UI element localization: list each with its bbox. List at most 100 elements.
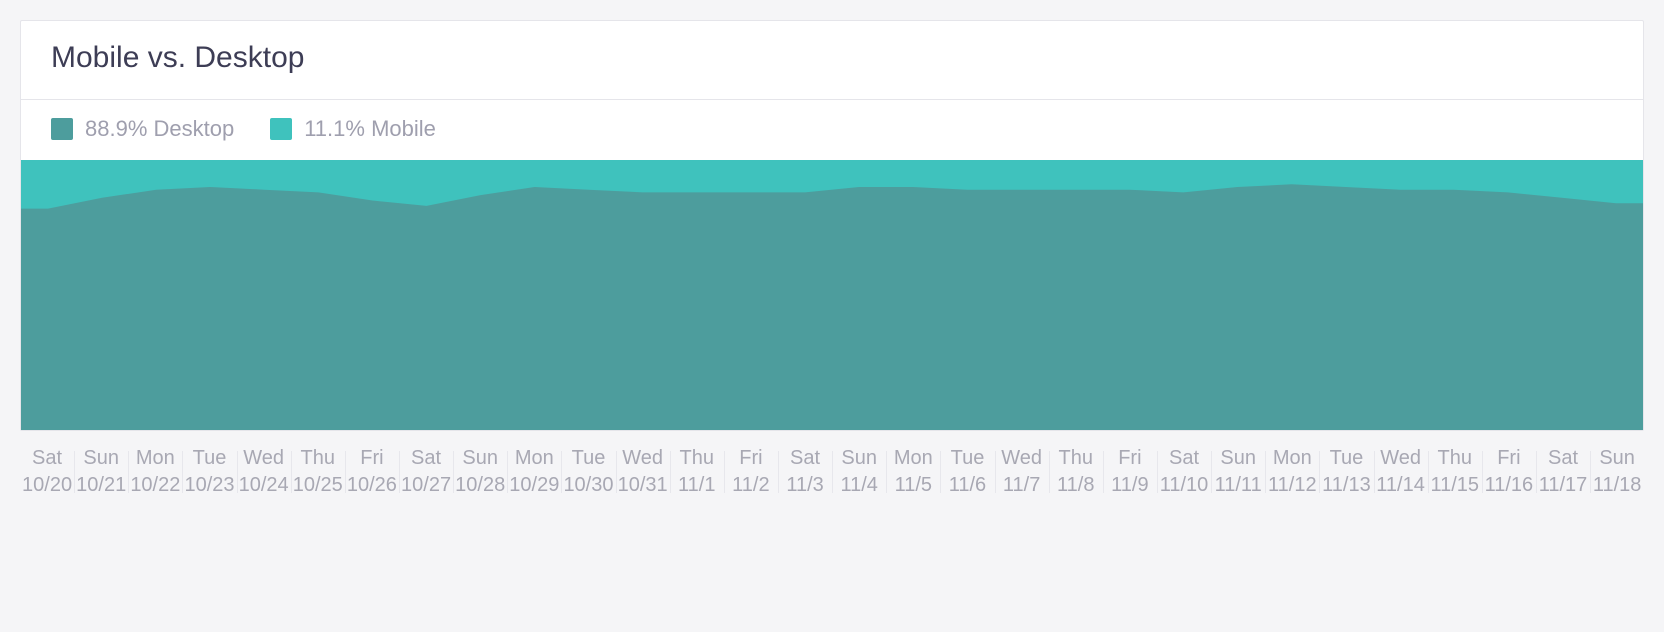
tick-day-label: Sat — [399, 445, 453, 472]
tick-date-label: 10/25 — [291, 472, 345, 499]
tick-date-label: 10/31 — [616, 472, 670, 499]
tick-date-label: 11/11 — [1211, 472, 1265, 499]
tick-day-label: Tue — [940, 445, 994, 472]
mobile-vs-desktop-card: Mobile vs. Desktop 88.9% Desktop 11.1% M… — [20, 20, 1644, 431]
tick-date-label: 10/29 — [507, 472, 561, 499]
tick-date-label: 11/16 — [1482, 472, 1536, 499]
tick-day-label: Mon — [507, 445, 561, 472]
x-axis-tick: Sat11/3 — [778, 445, 832, 499]
tick-day-label: Wed — [995, 445, 1049, 472]
tick-day-label: Sat — [1536, 445, 1590, 472]
x-axis-tick: Tue11/13 — [1319, 445, 1373, 499]
x-axis-tick: Sun10/21 — [74, 445, 128, 499]
tick-day-label: Thu — [291, 445, 345, 472]
x-axis-tick: Sun11/11 — [1211, 445, 1265, 499]
tick-date-label: 11/8 — [1049, 472, 1103, 499]
tick-date-label: 10/27 — [399, 472, 453, 499]
tick-date-label: 10/30 — [561, 472, 615, 499]
tick-date-label: 11/5 — [886, 472, 940, 499]
chart-legend: 88.9% Desktop 11.1% Mobile — [21, 100, 1643, 160]
tick-day-label: Thu — [1428, 445, 1482, 472]
tick-date-label: 11/12 — [1265, 472, 1319, 499]
tick-date-label: 11/3 — [778, 472, 832, 499]
tick-day-label: Tue — [561, 445, 615, 472]
tick-day-label: Fri — [1103, 445, 1157, 472]
tick-date-label: 11/17 — [1536, 472, 1590, 499]
tick-date-label: 11/15 — [1428, 472, 1482, 499]
tick-day-label: Sun — [832, 445, 886, 472]
x-axis: Sat10/20Sun10/21Mon10/22Tue10/23Wed10/24… — [20, 431, 1644, 509]
tick-date-label: 11/18 — [1590, 472, 1644, 499]
tick-day-label: Sat — [1157, 445, 1211, 472]
x-axis-tick: Thu10/25 — [291, 445, 345, 499]
legend-label-desktop: 88.9% Desktop — [85, 116, 234, 142]
x-axis-tick: Mon11/5 — [886, 445, 940, 499]
x-axis-tick: Mon10/29 — [507, 445, 561, 499]
tick-day-label: Wed — [1374, 445, 1428, 472]
tick-date-label: 10/22 — [128, 472, 182, 499]
tick-date-label: 10/24 — [237, 472, 291, 499]
x-axis-tick: Sat11/10 — [1157, 445, 1211, 499]
tick-day-label: Sat — [20, 445, 74, 472]
tick-date-label: 10/28 — [453, 472, 507, 499]
tick-day-label: Wed — [616, 445, 670, 472]
tick-date-label: 11/4 — [832, 472, 886, 499]
x-axis-tick: Fri10/26 — [345, 445, 399, 499]
x-axis-tick: Sun11/4 — [832, 445, 886, 499]
x-axis-tick: Sat10/27 — [399, 445, 453, 499]
tick-day-label: Thu — [1049, 445, 1103, 472]
tick-day-label: Mon — [128, 445, 182, 472]
x-axis-tick: Sat11/17 — [1536, 445, 1590, 499]
tick-date-label: 10/20 — [20, 472, 74, 499]
tick-date-label: 10/23 — [182, 472, 236, 499]
swatch-mobile-icon — [270, 118, 292, 140]
x-axis-tick: Tue10/23 — [182, 445, 236, 499]
legend-item-desktop[interactable]: 88.9% Desktop — [51, 116, 234, 142]
tick-date-label: 10/21 — [74, 472, 128, 499]
x-axis-tick: Thu11/1 — [670, 445, 724, 499]
x-axis-tick: Wed11/7 — [995, 445, 1049, 499]
x-axis-tick: Mon11/12 — [1265, 445, 1319, 499]
tick-date-label: 11/7 — [995, 472, 1049, 499]
x-axis-tick: Fri11/2 — [724, 445, 778, 499]
tick-day-label: Sun — [74, 445, 128, 472]
x-axis-tick: Fri11/16 — [1482, 445, 1536, 499]
legend-label-mobile: 11.1% Mobile — [304, 116, 436, 142]
x-axis-tick: Thu11/8 — [1049, 445, 1103, 499]
x-axis-tick: Sun11/18 — [1590, 445, 1644, 499]
chart-area[interactable] — [21, 160, 1643, 430]
x-axis-tick: Wed11/14 — [1374, 445, 1428, 499]
swatch-desktop-icon — [51, 118, 73, 140]
tick-date-label: 11/2 — [724, 472, 778, 499]
stacked-area-chart — [21, 160, 1643, 430]
tick-day-label: Tue — [182, 445, 236, 472]
card-title: Mobile vs. Desktop — [51, 41, 1613, 75]
tick-day-label: Sun — [1211, 445, 1265, 472]
x-axis-tick: Sat10/20 — [20, 445, 74, 499]
tick-date-label: 11/13 — [1319, 472, 1373, 499]
tick-day-label: Thu — [670, 445, 724, 472]
tick-date-label: 11/14 — [1374, 472, 1428, 499]
x-axis-tick: Tue10/30 — [561, 445, 615, 499]
tick-day-label: Sun — [1590, 445, 1644, 472]
tick-day-label: Fri — [345, 445, 399, 472]
tick-date-label: 11/6 — [940, 472, 994, 499]
tick-day-label: Mon — [886, 445, 940, 472]
x-axis-tick: Mon10/22 — [128, 445, 182, 499]
tick-day-label: Fri — [1482, 445, 1536, 472]
tick-date-label: 11/1 — [670, 472, 724, 499]
x-axis-tick: Sun10/28 — [453, 445, 507, 499]
tick-day-label: Sat — [778, 445, 832, 472]
x-axis-tick: Fri11/9 — [1103, 445, 1157, 499]
x-axis-tick: Wed10/31 — [616, 445, 670, 499]
x-axis-tick: Wed10/24 — [237, 445, 291, 499]
tick-day-label: Fri — [724, 445, 778, 472]
legend-item-mobile[interactable]: 11.1% Mobile — [270, 116, 436, 142]
tick-day-label: Sun — [453, 445, 507, 472]
tick-date-label: 10/26 — [345, 472, 399, 499]
tick-day-label: Wed — [237, 445, 291, 472]
tick-date-label: 11/9 — [1103, 472, 1157, 499]
x-axis-tick: Tue11/6 — [940, 445, 994, 499]
x-axis-tick: Thu11/15 — [1428, 445, 1482, 499]
tick-day-label: Tue — [1319, 445, 1373, 472]
